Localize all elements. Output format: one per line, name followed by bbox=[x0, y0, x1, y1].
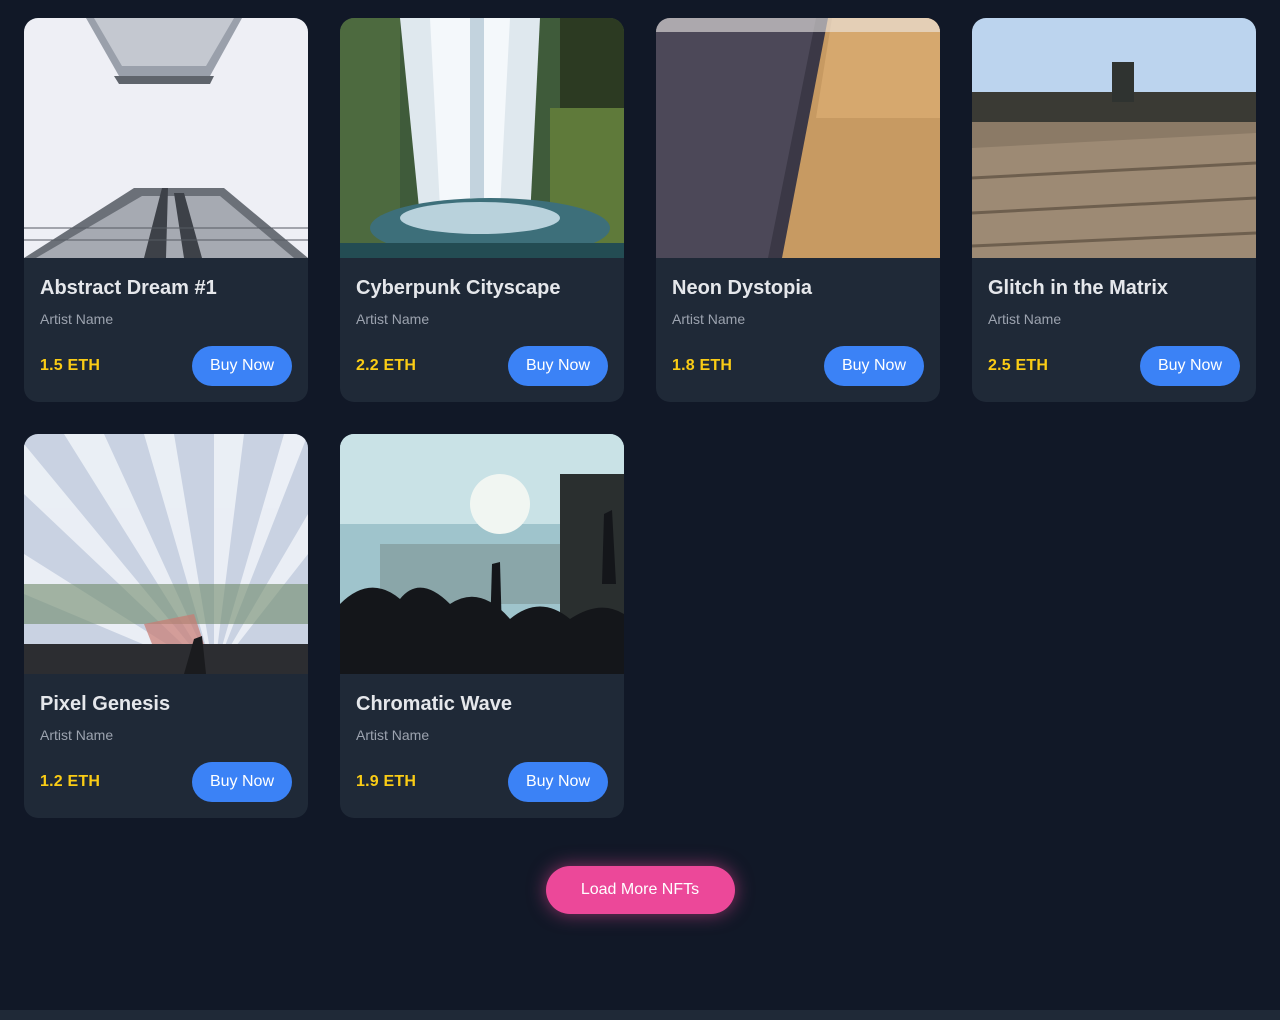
nft-card: Abstract Dream #1 Artist Name 1.5 ETH Bu… bbox=[24, 18, 308, 402]
nft-grid: Abstract Dream #1 Artist Name 1.5 ETH Bu… bbox=[24, 18, 1256, 818]
nft-price: 1.8 ETH bbox=[672, 357, 733, 374]
buy-now-button[interactable]: Buy Now bbox=[508, 762, 608, 802]
nft-card: Cyberpunk Cityscape Artist Name 2.2 ETH … bbox=[340, 18, 624, 402]
nft-title: Abstract Dream #1 bbox=[40, 277, 217, 299]
nft-title: Neon Dystopia bbox=[672, 277, 813, 299]
buy-now-button[interactable]: Buy Now bbox=[824, 346, 924, 386]
nft-card: Pixel Genesis Artist Name 1.2 ETH Buy No… bbox=[24, 434, 308, 818]
buy-now-button[interactable]: Buy Now bbox=[192, 762, 292, 802]
nft-title: Cyberpunk Cityscape bbox=[356, 277, 561, 299]
buy-now-button[interactable]: Buy Now bbox=[508, 346, 608, 386]
nft-price: 1.5 ETH bbox=[40, 357, 101, 374]
nft-gallery-page: Abstract Dream #1 Artist Name 1.5 ETH Bu… bbox=[0, 0, 1280, 1020]
nft-price: 2.2 ETH bbox=[356, 357, 417, 374]
nft-image[interactable] bbox=[972, 18, 1256, 258]
buy-now-button[interactable]: Buy Now bbox=[192, 346, 292, 386]
nft-artist: Artist Name bbox=[40, 311, 114, 327]
nft-card: Chromatic Wave Artist Name 1.9 ETH Buy N… bbox=[340, 434, 624, 818]
footer-divider bbox=[0, 1010, 1280, 1020]
nft-image[interactable] bbox=[24, 18, 308, 258]
nft-image[interactable] bbox=[340, 18, 624, 258]
nft-title: Glitch in the Matrix bbox=[988, 277, 1169, 299]
nft-artist: Artist Name bbox=[988, 311, 1062, 327]
nft-image[interactable] bbox=[340, 434, 624, 674]
buy-now-button[interactable]: Buy Now bbox=[1140, 346, 1240, 386]
nft-image[interactable] bbox=[24, 434, 308, 674]
nft-artist: Artist Name bbox=[672, 311, 746, 327]
nft-title: Chromatic Wave bbox=[356, 693, 512, 715]
nft-title: Pixel Genesis bbox=[40, 693, 171, 715]
nft-artist: Artist Name bbox=[356, 311, 430, 327]
load-more-button[interactable]: Load More NFTs bbox=[545, 866, 735, 914]
nft-image[interactable] bbox=[656, 18, 940, 258]
nft-price: 2.5 ETH bbox=[988, 357, 1049, 374]
nft-price: 1.9 ETH bbox=[356, 773, 417, 790]
nft-artist: Artist Name bbox=[40, 727, 114, 743]
load-more-container: Load More NFTs bbox=[0, 866, 1280, 914]
nft-card: Glitch in the Matrix Artist Name 2.5 ETH… bbox=[972, 18, 1256, 402]
nft-card: Neon Dystopia Artist Name 1.8 ETH Buy No… bbox=[656, 18, 940, 402]
nft-price: 1.2 ETH bbox=[40, 773, 101, 790]
nft-artist: Artist Name bbox=[356, 727, 430, 743]
